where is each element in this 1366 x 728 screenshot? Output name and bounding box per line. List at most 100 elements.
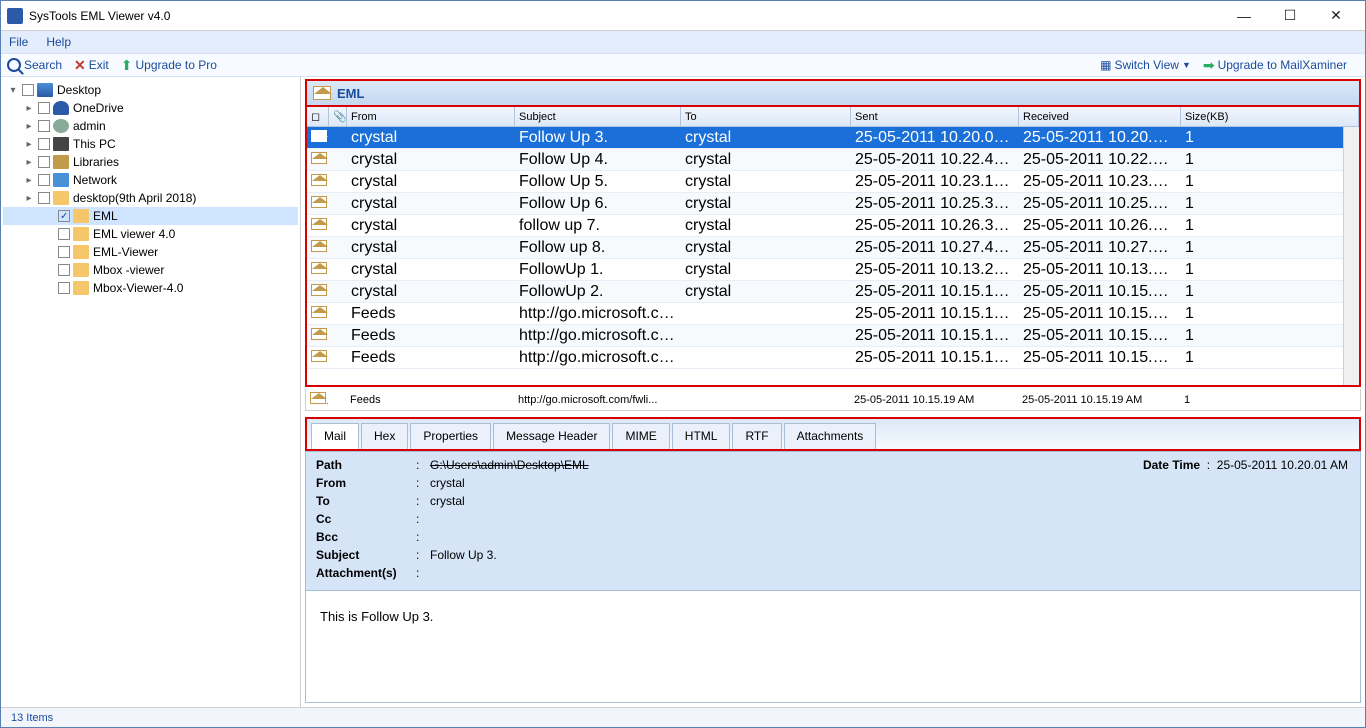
cell-from: crystal: [347, 217, 515, 235]
tab-mime[interactable]: MIME: [612, 423, 669, 449]
email-row-overflow[interactable]: Feeds http://go.microsoft.com/fwli... 25…: [305, 389, 1361, 411]
email-row[interactable]: Feedshttp://go.microsoft.com/fwli...25-0…: [307, 325, 1343, 347]
exit-label: Exit: [89, 58, 109, 72]
tree-item-label: EML-Viewer: [93, 245, 158, 259]
cell-subject: follow up 7.: [515, 217, 681, 235]
col-size[interactable]: Size(KB): [1181, 107, 1359, 126]
email-row[interactable]: crystalFollowUp 1.crystal25-05-2011 10.1…: [307, 259, 1343, 281]
checkbox[interactable]: [58, 228, 70, 240]
cell-from: crystal: [347, 261, 515, 279]
checkbox[interactable]: [58, 246, 70, 258]
col-attachment[interactable]: 📎: [329, 107, 347, 126]
tree-item-eml-viewer-4-0[interactable]: EML viewer 4.0: [3, 225, 298, 243]
switch-view-button[interactable]: ▦ Switch View ▼: [1100, 58, 1191, 72]
switch-view-icon: ▦: [1100, 58, 1111, 72]
email-row[interactable]: crystalFollow up 8.crystal25-05-2011 10.…: [307, 237, 1343, 259]
email-row[interactable]: crystalfollow up 7.crystal25-05-2011 10.…: [307, 215, 1343, 237]
cell-sent: 25-05-2011 10.25.37 AM: [851, 195, 1019, 213]
email-row[interactable]: Feedshttp://go.microsoft.com/fwli...25-0…: [307, 303, 1343, 325]
email-row[interactable]: crystalFollow Up 3.crystal25-05-2011 10.…: [307, 127, 1343, 149]
statusbar: 13 Items: [1, 707, 1365, 727]
close-icon: ✕: [74, 57, 86, 74]
expand-toggle-icon[interactable]: ▸: [23, 157, 35, 168]
tree-item-eml[interactable]: EML: [3, 207, 298, 225]
email-row[interactable]: crystalFollow Up 5.crystal25-05-2011 10.…: [307, 171, 1343, 193]
checkbox[interactable]: [38, 156, 50, 168]
tab-message-header[interactable]: Message Header: [493, 423, 610, 449]
email-row[interactable]: crystalFollow Up 4.crystal25-05-2011 10.…: [307, 149, 1343, 171]
cell-sent: 25-05-2011 10.15.19 AM: [850, 394, 1018, 406]
tab-attachments[interactable]: Attachments: [784, 423, 877, 449]
col-icon[interactable]: ◻: [307, 107, 329, 126]
close-button[interactable]: ✕: [1313, 1, 1359, 31]
detail-subject: Follow Up 3.: [430, 548, 497, 562]
cell-from: Feeds: [347, 349, 515, 367]
upgrade-mailxaminer-button[interactable]: ➡ Upgrade to MailXaminer: [1203, 57, 1347, 74]
tree-item-admin[interactable]: ▸admin: [3, 117, 298, 135]
expand-toggle-icon[interactable]: ▸: [23, 193, 35, 204]
mail-icon: [311, 240, 327, 252]
desktop-icon: [37, 83, 53, 97]
expand-toggle-icon[interactable]: ▸: [23, 139, 35, 150]
menu-help[interactable]: Help: [46, 35, 71, 49]
tree-item-network[interactable]: ▸Network: [3, 171, 298, 189]
tree-item-desktop[interactable]: ▾Desktop: [3, 81, 298, 99]
user-icon: [53, 119, 69, 133]
cell-subject: http://go.microsoft.com/fwli...: [515, 349, 681, 367]
cell-subject: Follow Up 6.: [515, 195, 681, 213]
tree-item-mbox-viewer[interactable]: Mbox -viewer: [3, 261, 298, 279]
col-subject[interactable]: Subject: [515, 107, 681, 126]
search-button[interactable]: Search: [7, 58, 62, 72]
col-to[interactable]: To: [681, 107, 851, 126]
folder-tree[interactable]: ▾Desktop▸OneDrive▸admin▸This PC▸Librarie…: [1, 77, 301, 707]
email-row[interactable]: crystalFollow Up 6.crystal25-05-2011 10.…: [307, 193, 1343, 215]
cell-subject: http://go.microsoft.com/fwli...: [515, 327, 681, 345]
expand-toggle-icon[interactable]: ▸: [23, 175, 35, 186]
tab-mail[interactable]: Mail: [311, 423, 359, 449]
col-received[interactable]: Received: [1019, 107, 1181, 126]
checkbox[interactable]: [38, 138, 50, 150]
tab-html[interactable]: HTML: [672, 423, 731, 449]
tab-hex[interactable]: Hex: [361, 423, 408, 449]
col-from[interactable]: From: [347, 107, 515, 126]
upgrade-pro-button[interactable]: ⬆ Upgrade to Pro: [121, 57, 217, 74]
maximize-button[interactable]: ☐: [1267, 1, 1313, 31]
folder-icon: [73, 263, 89, 277]
tree-item-onedrive[interactable]: ▸OneDrive: [3, 99, 298, 117]
expand-toggle-icon[interactable]: ▸: [23, 103, 35, 114]
tree-item-label: Mbox-Viewer-4.0: [93, 281, 183, 295]
tree-item-desktop-9th-april-2018-[interactable]: ▸desktop(9th April 2018): [3, 189, 298, 207]
exit-button[interactable]: ✕ Exit: [74, 57, 109, 74]
checkbox[interactable]: [38, 192, 50, 204]
tab-properties[interactable]: Properties: [410, 423, 491, 449]
cell-size: 1: [1181, 129, 1343, 147]
minimize-button[interactable]: —: [1221, 1, 1267, 31]
expand-toggle-icon[interactable]: ▾: [7, 85, 19, 96]
col-sent[interactable]: Sent: [851, 107, 1019, 126]
checkbox[interactable]: [38, 102, 50, 114]
status-text: 13 Items: [11, 712, 53, 724]
mail-icon: [311, 262, 327, 274]
tab-rtf[interactable]: RTF: [732, 423, 781, 449]
cell-size: 1: [1181, 239, 1343, 257]
cell-subject: Follow Up 5.: [515, 173, 681, 191]
cell-sent: 25-05-2011 10.20.01 AM: [851, 129, 1019, 147]
email-row[interactable]: crystalFollowUp 2.crystal25-05-2011 10.1…: [307, 281, 1343, 303]
checkbox[interactable]: [58, 210, 70, 222]
expand-toggle-icon[interactable]: ▸: [23, 121, 35, 132]
tree-item-mbox-viewer-4-0[interactable]: Mbox-Viewer-4.0: [3, 279, 298, 297]
email-row[interactable]: Feedshttp://go.microsoft.com/fwli...25-0…: [307, 347, 1343, 369]
checkbox[interactable]: [38, 120, 50, 132]
menu-file[interactable]: File: [9, 35, 28, 49]
cell-received: 25-05-2011 10.13.21 AM: [1019, 261, 1181, 279]
mail-icon: [311, 284, 327, 296]
scrollbar[interactable]: [1343, 127, 1359, 385]
checkbox[interactable]: [38, 174, 50, 186]
tree-item-this-pc[interactable]: ▸This PC: [3, 135, 298, 153]
checkbox[interactable]: [58, 282, 70, 294]
tree-item-libraries[interactable]: ▸Libraries: [3, 153, 298, 171]
checkbox[interactable]: [22, 84, 34, 96]
detail-cc-label: Cc: [316, 512, 416, 526]
checkbox[interactable]: [58, 264, 70, 276]
tree-item-eml-viewer[interactable]: EML-Viewer: [3, 243, 298, 261]
